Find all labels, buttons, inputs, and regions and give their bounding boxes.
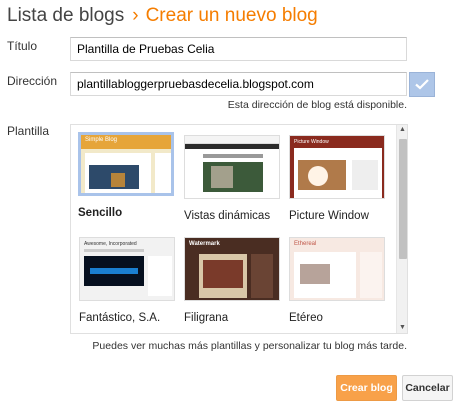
gallery-scrollbar[interactable]: ▲ ▼ — [396, 125, 407, 333]
address-label: Dirección — [7, 74, 58, 88]
thumb-title-ethereal: Ethereal — [294, 241, 317, 247]
template-thumbnail-awesome: Awesome, Incorporated — [79, 237, 175, 301]
template-name-watermark: Filigrana — [184, 312, 229, 324]
thumb-title-simple: Simple Blog — [85, 137, 118, 143]
template-thumbnail-picture-window: Picture Window — [289, 135, 385, 199]
scroll-thumb[interactable] — [399, 139, 407, 259]
page-header: Lista de blogs › Crear un nuevo blog — [7, 5, 318, 27]
scroll-up-icon[interactable]: ▲ — [397, 125, 407, 135]
breadcrumb-separator: › — [132, 5, 139, 26]
templates-footnote: Puedes ver muchas más plantillas y perso… — [92, 340, 407, 352]
scroll-down-icon[interactable]: ▼ — [397, 323, 407, 333]
template-name-awesome: Fantástico, S.A. — [79, 312, 161, 324]
thumb-title-awesome: Awesome, Incorporated — [84, 241, 137, 247]
title-input[interactable] — [70, 37, 407, 61]
title-label: Título — [7, 39, 38, 53]
template-label: Plantilla — [7, 124, 50, 138]
address-check-button[interactable] — [409, 72, 435, 97]
template-thumbnail-ethereal: Ethereal — [289, 237, 385, 301]
template-option-ethereal[interactable]: Ethereal Etéreo — [289, 237, 385, 324]
template-name-ethereal: Etéreo — [289, 312, 323, 324]
template-name-dynamic: Vistas dinámicas — [184, 210, 271, 222]
template-name-picture-window: Picture Window — [289, 210, 369, 222]
checkmark-icon — [415, 79, 429, 90]
template-option-watermark[interactable]: Watermark Filigrana — [184, 237, 280, 324]
breadcrumb-blog-list[interactable]: Lista de blogs — [7, 5, 124, 26]
thumb-title-watermark: Watermark — [189, 241, 220, 247]
thumb-title-picture-window: Picture Window — [294, 139, 329, 145]
cancel-button[interactable]: Cancelar — [402, 375, 453, 401]
template-gallery: Simple Blog Sencillo Vistas dinámicas Pi… — [70, 124, 408, 334]
template-thumbnail-dynamic — [184, 135, 280, 199]
template-option-simple[interactable]: Simple Blog Sencillo — [78, 132, 174, 219]
template-name-simple: Sencillo — [78, 207, 123, 219]
address-availability: Esta dirección de blog está disponible. — [227, 99, 407, 111]
template-option-dynamic[interactable]: Vistas dinámicas — [184, 135, 280, 222]
template-thumbnail-simple: Simple Blog — [78, 132, 174, 196]
create-blog-button[interactable]: Crear blog — [336, 375, 397, 401]
template-option-picture-window[interactable]: Picture Window Picture Window — [289, 135, 385, 222]
template-thumbnail-watermark: Watermark — [184, 237, 280, 301]
page-title: Crear un nuevo blog — [145, 5, 318, 26]
template-option-awesome[interactable]: Awesome, Incorporated Fantástico, S.A. — [79, 237, 175, 324]
address-input[interactable] — [70, 72, 407, 96]
